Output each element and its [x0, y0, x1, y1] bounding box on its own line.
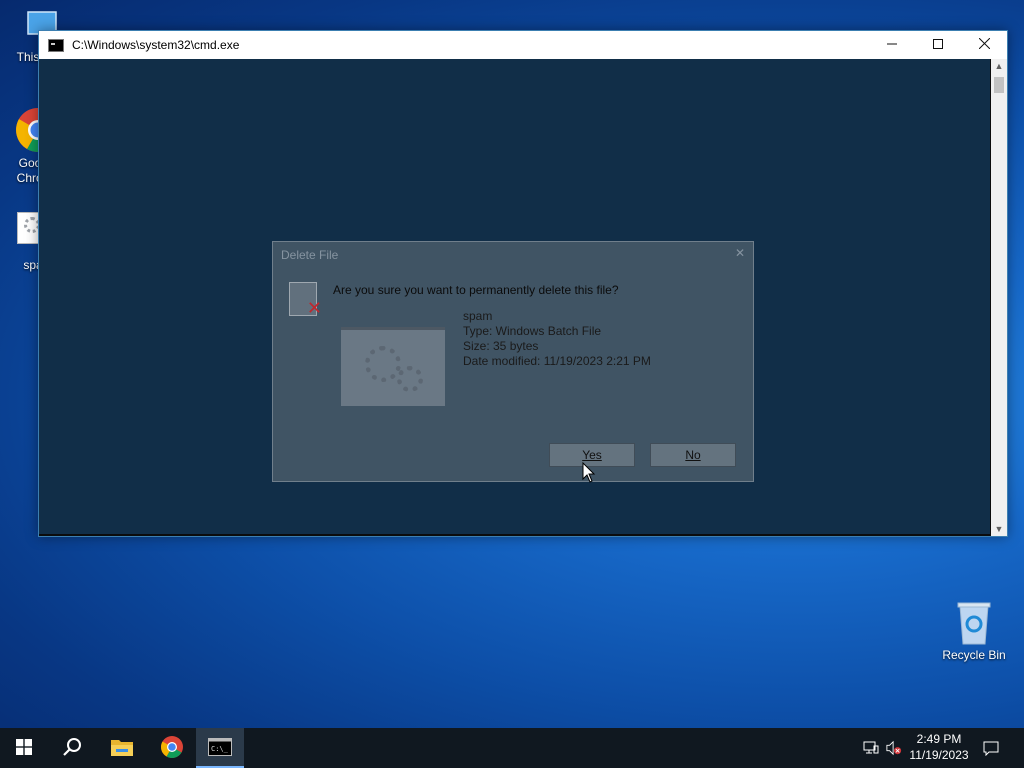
- windows-logo-icon: [16, 738, 32, 758]
- cmd-button[interactable]: C:\_: [196, 728, 244, 768]
- start-button[interactable]: [0, 728, 48, 768]
- search-icon: [62, 737, 82, 760]
- desktop-icon-label: Recycle Bin: [942, 648, 1006, 662]
- maximize-button[interactable]: [915, 31, 961, 59]
- yes-button-label: Yes: [582, 448, 602, 462]
- cmd-icon: C:\_: [208, 737, 232, 759]
- network-icon[interactable]: [863, 740, 879, 756]
- taskbar-clock[interactable]: 2:49 PM 11/19/2023: [904, 731, 974, 763]
- no-button[interactable]: No: [650, 443, 736, 467]
- recycle-bin-icon: [954, 600, 994, 646]
- clock-date: 11/19/2023: [909, 748, 969, 762]
- file-size: Size: 35 bytes: [463, 339, 539, 353]
- scrollbar-thumb[interactable]: [994, 77, 1004, 93]
- chrome-button[interactable]: [148, 728, 196, 768]
- file-explorer-button[interactable]: [98, 728, 146, 768]
- maximize-icon: [933, 38, 943, 52]
- file-name: spam: [463, 309, 493, 323]
- gear-icon: [365, 346, 401, 382]
- delete-x-icon: ✕: [306, 298, 322, 318]
- desktop-icon-recycle-bin[interactable]: Recycle Bin: [936, 600, 1012, 663]
- dialog-close-icon[interactable]: ✕: [735, 246, 745, 260]
- file-date-modified: Date modified: 11/19/2023 2:21 PM: [463, 354, 651, 368]
- cmd-app-icon: [48, 38, 64, 52]
- delete-file-dialog: Delete File ✕ ✕ Are you sure you want to…: [272, 241, 754, 482]
- no-button-label: No: [685, 448, 701, 462]
- svg-text:C:\_: C:\_: [211, 745, 229, 753]
- dialog-question: Are you sure you want to permanently del…: [333, 283, 619, 297]
- cmd-window-title: C:\Windows\system32\cmd.exe: [72, 38, 240, 52]
- clock-time: 2:49 PM: [916, 732, 962, 746]
- scroll-up-icon[interactable]: ▲: [991, 59, 1007, 73]
- dialog-title: Delete File: [281, 248, 339, 262]
- notification-icon[interactable]: [983, 740, 999, 756]
- scroll-down-icon[interactable]: ▼: [991, 522, 1007, 536]
- volume-muted-icon[interactable]: [886, 740, 902, 756]
- cmd-titlebar[interactable]: C:\Windows\system32\cmd.exe: [39, 31, 1007, 59]
- cmd-scrollbar[interactable]: ▲ ▼: [991, 59, 1007, 536]
- taskbar: C:\_ 2:49 PM 11/19/2023: [0, 728, 1024, 768]
- minimize-icon: [887, 38, 897, 52]
- chrome-icon: [160, 735, 184, 762]
- gear-icon: [397, 366, 423, 392]
- delete-file-icon: ✕: [289, 282, 322, 318]
- close-icon: [978, 37, 990, 52]
- minimize-button[interactable]: [869, 31, 915, 59]
- file-type: Type: Windows Batch File: [463, 324, 602, 338]
- close-button[interactable]: [961, 31, 1007, 59]
- mouse-cursor-icon: [582, 461, 596, 487]
- file-info: spam Type: Windows Batch File Size: 35 b…: [463, 309, 651, 369]
- file-preview: [341, 327, 445, 406]
- search-button[interactable]: [48, 728, 96, 768]
- folder-icon: [110, 737, 134, 760]
